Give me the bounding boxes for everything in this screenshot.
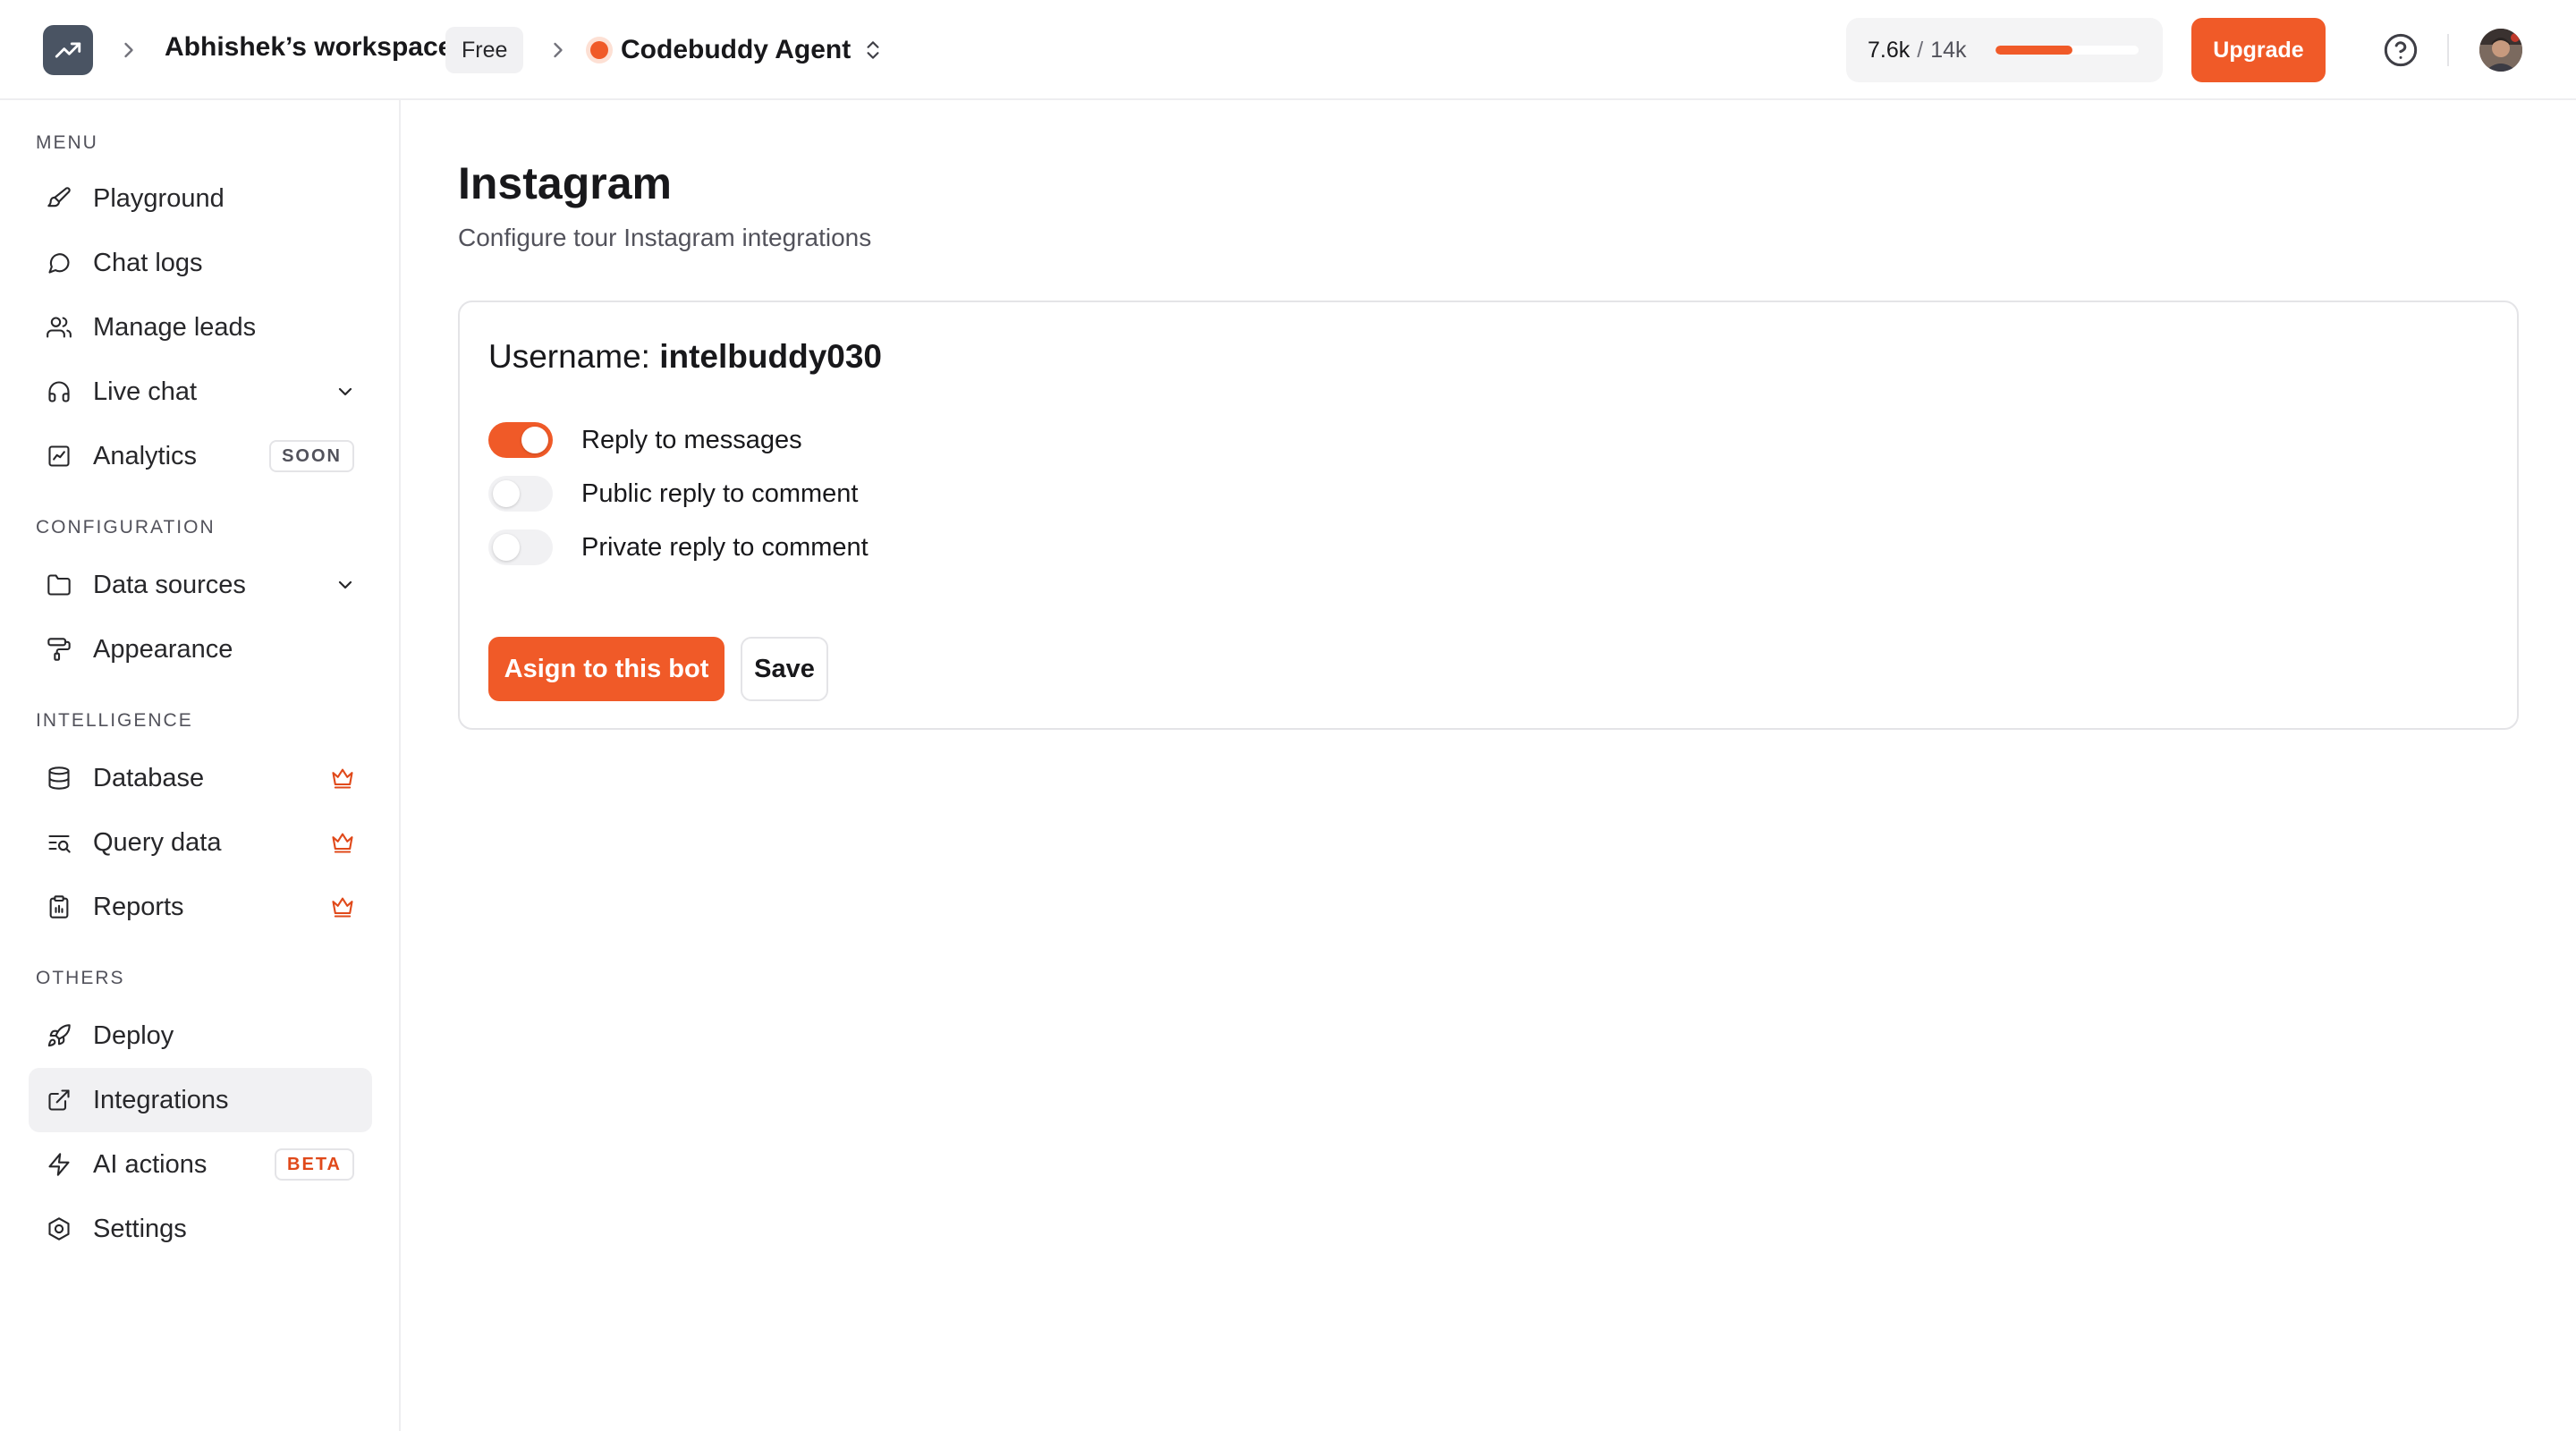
section-title-intelligence: INTELLIGENCE — [36, 710, 193, 731]
sidebar-item-label: Appearance — [93, 634, 233, 664]
sidebar-item-manage-leads[interactable]: Manage leads — [29, 295, 372, 360]
toggle-knob — [521, 427, 548, 453]
agent-status-dot — [590, 41, 608, 59]
brush-icon — [47, 187, 71, 207]
help-circle-icon[interactable] — [2383, 32, 2419, 68]
upgrade-button[interactable]: Upgrade — [2191, 18, 2326, 82]
sidebar-item-database[interactable]: Database — [29, 746, 372, 810]
headphones-icon — [48, 381, 70, 402]
crown-icon — [332, 833, 353, 853]
section-title-others: OTHERS — [36, 968, 125, 988]
chart-icon — [48, 445, 70, 467]
sidebar-item-label: Data sources — [93, 570, 246, 599]
user-avatar-icon — [2479, 29, 2522, 72]
instagram-integration-card: Username: intelbuddy030 Reply to message… — [458, 301, 2519, 730]
sidebar-item-label: Chat logs — [93, 248, 203, 277]
chevron-right-icon — [124, 42, 133, 58]
chevrons-up-down-icon — [867, 41, 879, 59]
toggle-switch[interactable] — [488, 529, 553, 565]
toggle-private-reply-to-comment[interactable]: Private reply to comment — [488, 528, 869, 567]
paint-roller-icon — [47, 638, 71, 661]
usage-used: 7.6k — [1868, 37, 1911, 63]
top-bar: Abhishek’s workspace Free Codebuddy Agen… — [0, 0, 2576, 100]
toggle-switch[interactable] — [488, 422, 553, 458]
crown-icon — [332, 768, 353, 789]
message-circle-icon — [48, 253, 70, 274]
soon-badge: SOON — [269, 440, 354, 472]
sidebar-item-query-data[interactable]: Query data — [29, 810, 372, 875]
usage-separator: / — [1917, 37, 1924, 63]
folder-icon — [47, 574, 71, 596]
sidebar-item-label: Deploy — [93, 1020, 174, 1050]
rocket-icon — [47, 1024, 71, 1047]
sidebar-item-label: Query data — [93, 827, 222, 857]
page-subtitle: Configure tour Instagram integrations — [458, 224, 872, 251]
section-title-configuration: CONFIGURATION — [36, 517, 216, 538]
sidebar-item-reports[interactable]: Reports — [29, 875, 372, 939]
crown-icon — [332, 897, 353, 918]
sidebar-item-ai-actions[interactable]: AI actions BETA — [29, 1132, 372, 1197]
app-root: Abhishek’s workspace Free Codebuddy Agen… — [0, 0, 2576, 1431]
sidebar-item-label: Playground — [93, 183, 225, 213]
sidebar-item-label: Reports — [93, 892, 184, 921]
beta-badge: BETA — [275, 1148, 354, 1181]
chevron-down-icon[interactable] — [335, 381, 356, 402]
avatar[interactable] — [2479, 29, 2522, 72]
toggle-knob — [493, 480, 520, 507]
sidebar-item-label: AI actions — [93, 1149, 208, 1179]
sidebar-item-label: Database — [93, 763, 205, 792]
database-icon — [48, 766, 70, 790]
users-icon — [47, 317, 72, 338]
toggle-public-reply-to-comment[interactable]: Public reply to comment — [488, 474, 858, 513]
usage-meter: 7.6k / 14k — [1846, 18, 2163, 82]
sidebar-item-live-chat[interactable]: Live chat — [29, 360, 372, 424]
header-divider — [2447, 34, 2449, 66]
toggle-label: Public reply to comment — [581, 478, 859, 508]
sidebar: MENU Playground Chat logs Manage leads L… — [0, 100, 401, 1431]
sidebar-item-deploy[interactable]: Deploy — [29, 1003, 372, 1068]
workspace-name[interactable]: Abhishek’s workspace — [165, 32, 453, 63]
zap-icon — [48, 1153, 70, 1176]
sidebar-item-label: Analytics — [93, 441, 198, 470]
sidebar-item-playground[interactable]: Playground — [29, 166, 372, 231]
sidebar-item-integrations[interactable]: Integrations — [29, 1068, 372, 1132]
toggle-label: Private reply to comment — [581, 532, 869, 562]
sidebar-item-appearance[interactable]: Appearance — [29, 617, 372, 682]
toggle-switch[interactable] — [488, 476, 553, 512]
text-search-icon — [48, 834, 71, 853]
sidebar-item-data-sources[interactable]: Data sources — [29, 553, 372, 617]
sidebar-item-label: Manage leads — [93, 312, 257, 342]
username-label: Username: — [488, 338, 650, 375]
sidebar-item-chat-logs[interactable]: Chat logs — [29, 231, 372, 295]
agent-switcher[interactable]: Codebuddy Agent — [587, 27, 885, 73]
sidebar-item-analytics[interactable]: Analytics SOON — [29, 424, 372, 488]
settings-icon — [48, 1217, 70, 1240]
save-button[interactable]: Save — [741, 637, 828, 701]
chevron-down-icon[interactable] — [335, 574, 356, 596]
external-link-icon — [48, 1089, 70, 1111]
usage-progress-bar — [1995, 46, 2139, 55]
trending-up-icon — [55, 42, 81, 58]
sidebar-item-label: Live chat — [93, 377, 198, 406]
sidebar-item-label: Settings — [93, 1214, 187, 1243]
chevron-right-icon — [554, 42, 563, 58]
sidebar-item-settings[interactable]: Settings — [29, 1197, 372, 1261]
username-row: Username: intelbuddy030 — [488, 338, 882, 376]
toggle-knob — [493, 534, 520, 561]
page-title: Instagram — [458, 158, 672, 208]
toggle-label: Reply to messages — [581, 425, 802, 454]
plan-badge: Free — [445, 27, 524, 73]
sidebar-item-label: Integrations — [93, 1085, 229, 1114]
usage-total: 14k — [1930, 37, 1967, 63]
clipboard-chart-icon — [49, 895, 69, 919]
usage-progress-fill — [1995, 46, 2072, 55]
toggle-reply-to-messages[interactable]: Reply to messages — [488, 420, 802, 460]
agent-name: Codebuddy Agent — [621, 35, 852, 64]
section-title-menu: MENU — [36, 132, 98, 153]
assign-to-bot-button[interactable]: Asign to this bot — [488, 637, 724, 701]
username-value: intelbuddy030 — [659, 338, 883, 375]
app-logo[interactable] — [43, 25, 93, 75]
